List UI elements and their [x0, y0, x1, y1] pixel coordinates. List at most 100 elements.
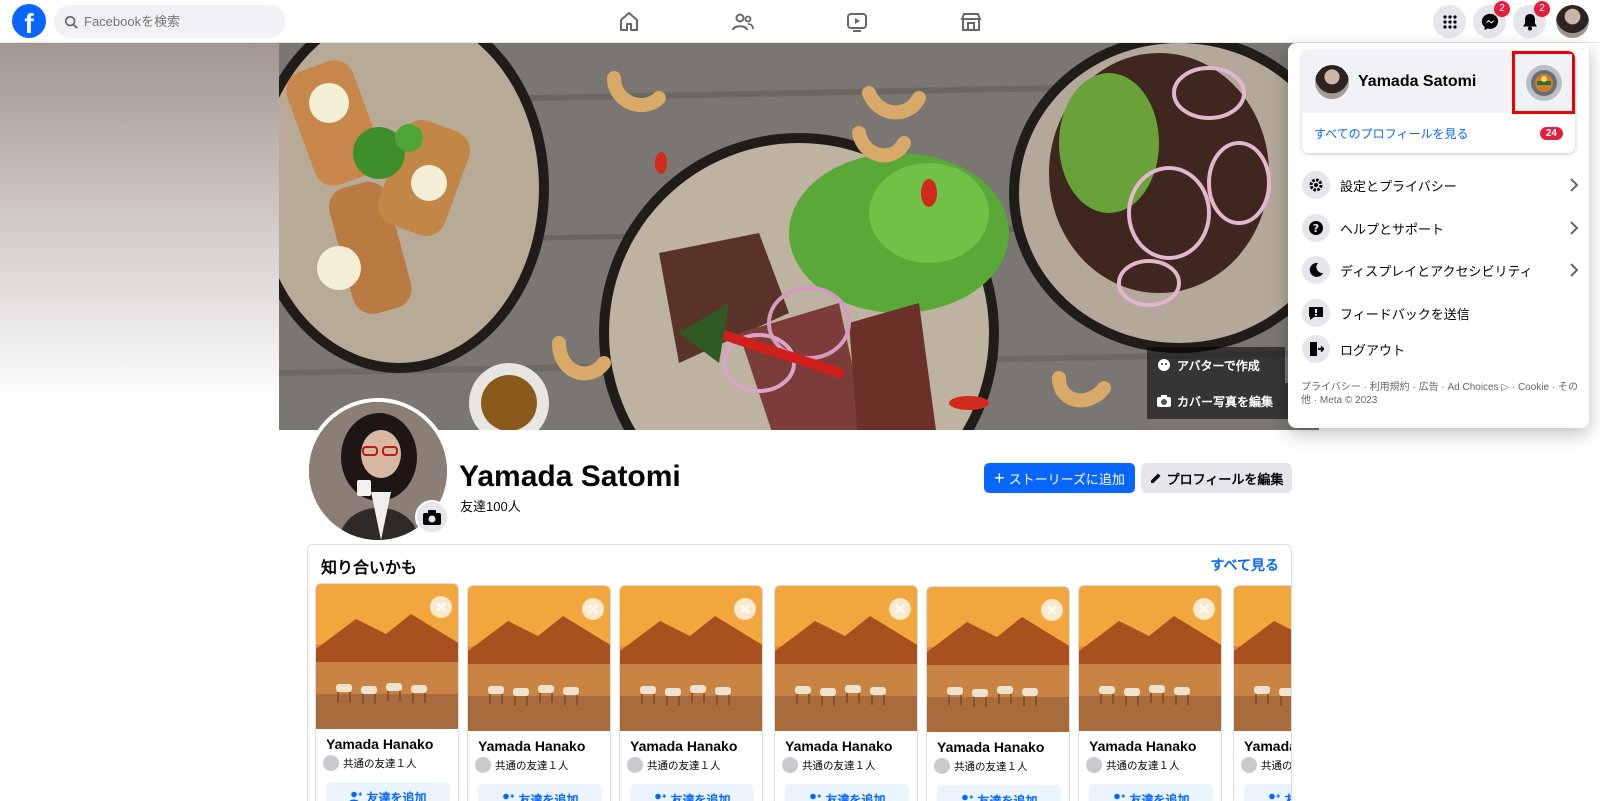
- close-icon: [1199, 604, 1209, 614]
- add-friend-label: 友達を追加: [1284, 791, 1291, 801]
- add-friend-label: 友達を追加: [518, 792, 579, 801]
- card-name[interactable]: Yamada Hanako: [630, 738, 737, 754]
- menu-item-help-support[interactable]: ? ヘルプとサポート: [1302, 208, 1579, 248]
- search-input[interactable]: [84, 14, 274, 29]
- dismiss-button[interactable]: [889, 598, 911, 620]
- mutual-friend-avatar: [1086, 757, 1102, 773]
- menu-item-logout[interactable]: ログアウト: [1302, 329, 1579, 369]
- pymk-card[interactable]: Yamada Hanako 共通の友達１人 友達を追加: [1078, 585, 1222, 801]
- mutual-friend-avatar: [475, 757, 491, 773]
- grid-icon: [1442, 14, 1457, 29]
- card-name[interactable]: Yamada Hanako: [326, 736, 433, 752]
- card-mutual-friends: 共通の友達１人: [782, 757, 876, 773]
- chevron-right-icon: [1570, 263, 1579, 277]
- pymk-card[interactable]: Yamada Hanako 共通の友達１人 友達を追加: [926, 586, 1070, 801]
- close-icon: [895, 604, 905, 614]
- messenger-icon: [1481, 13, 1498, 30]
- card-name[interactable]: Yamada Hanako: [1244, 738, 1291, 754]
- mutual-friend-avatar: [1241, 757, 1257, 773]
- home-icon[interactable]: [616, 9, 642, 35]
- facebook-logo[interactable]: f: [12, 4, 46, 38]
- edit-profile-label: プロフィールを編集: [1166, 471, 1284, 487]
- add-friend-icon: [655, 793, 667, 800]
- add-friend-button[interactable]: 友達を追加: [326, 782, 450, 801]
- camera-icon: [423, 509, 441, 525]
- mutual-friends-text: 共通の友達１人: [1261, 759, 1292, 772]
- pymk-title: 知り合いかも: [321, 560, 418, 577]
- mutual-friends-text: 共通の友達１人: [343, 757, 417, 770]
- switch-profile-button[interactable]: [1512, 51, 1575, 114]
- add-friend-icon: [1114, 793, 1126, 800]
- menu-item-label: ヘルプとサポート: [1340, 221, 1445, 237]
- menu-item-label: フィードバックを送信: [1340, 306, 1470, 322]
- top-navigation-bar: f 2 2: [0, 0, 1600, 43]
- card-name[interactable]: Yamada Hanako: [937, 739, 1044, 755]
- pymk-card[interactable]: Yamada Hanako 共通の友達１人 友達を追加: [467, 585, 611, 801]
- menu-grid-button[interactable]: [1433, 5, 1466, 38]
- see-all-profiles-row[interactable]: すべてのプロフィールを見る 24: [1302, 113, 1575, 153]
- add-friend-button[interactable]: 友達を追加: [1244, 784, 1291, 801]
- page-background: [0, 43, 279, 403]
- card-mutual-friends: 共通の友達１人: [475, 757, 569, 773]
- chevron-right-icon: [1570, 221, 1579, 235]
- add-friend-button[interactable]: 友達を追加: [785, 784, 909, 801]
- add-friend-button[interactable]: 友達を追加: [630, 784, 754, 801]
- friend-count[interactable]: 友達100人: [460, 496, 521, 515]
- close-icon: [588, 604, 598, 614]
- create-avatar-button[interactable]: アバターで作成: [1147, 347, 1285, 383]
- video-icon[interactable]: [844, 9, 870, 35]
- friends-icon[interactable]: [730, 9, 756, 35]
- dismiss-button[interactable]: [1193, 598, 1215, 620]
- add-friend-button[interactable]: 友達を追加: [937, 785, 1061, 801]
- card-photo: [1079, 586, 1221, 731]
- search-box[interactable]: [54, 5, 286, 38]
- pymk-card[interactable]: Yamada Hanako 共通の友達１人 友達を追加: [315, 583, 459, 801]
- profile-name: Yamada Satomi: [459, 460, 681, 493]
- pymk-card[interactable]: Yamada Hanako 共通の友達１人 友達を追加: [619, 585, 763, 801]
- dismiss-button[interactable]: [734, 598, 756, 620]
- svg-text:?: ?: [1313, 222, 1319, 235]
- marketplace-icon[interactable]: [958, 9, 984, 35]
- card-name[interactable]: Yamada Hanako: [478, 738, 585, 754]
- card-photo: [927, 587, 1069, 732]
- add-friend-icon: [350, 791, 363, 801]
- add-friend-button[interactable]: 友達を追加: [1089, 784, 1213, 801]
- footer-links[interactable]: プライバシー · 利用規約 · 広告 · Ad Choices ▷ · Cook…: [1301, 381, 1581, 407]
- pymk-card[interactable]: Yamada Hanako 共通の友達１人 友達を追加: [774, 585, 918, 801]
- see-all-link[interactable]: すべて見る: [1211, 555, 1279, 575]
- close-icon: [740, 604, 750, 614]
- pymk-card[interactable]: Yamada Hanako 共通の友達１人 友達を追加: [1233, 585, 1292, 801]
- menu-item-display-accessibility[interactable]: ディスプレイとアクセシビリティ: [1302, 250, 1579, 290]
- add-friend-icon: [810, 793, 822, 800]
- edit-cover-button[interactable]: カバー写真を編集: [1147, 383, 1297, 419]
- card-mutual-friends: 共通の友達１人: [627, 757, 721, 773]
- card-name[interactable]: Yamada Hanako: [785, 738, 892, 754]
- messenger-button[interactable]: 2: [1473, 1, 1510, 38]
- edit-profile-button[interactable]: プロフィールを編集: [1141, 463, 1292, 493]
- dismiss-button[interactable]: [430, 596, 452, 618]
- profile-switcher-card: Yamada Satomi すべてのプロフィールを見る 24: [1302, 51, 1575, 153]
- menu-item-settings-privacy[interactable]: 設定とプライバシー: [1302, 165, 1579, 205]
- notifications-button[interactable]: 2: [1513, 1, 1550, 38]
- add-to-story-button[interactable]: + ストーリーズに追加: [984, 463, 1135, 493]
- update-profile-photo-button[interactable]: [415, 500, 449, 534]
- mutual-friend-avatar: [934, 758, 950, 774]
- edit-cover-label: カバー写真を編集: [1177, 394, 1274, 409]
- add-friend-icon: [962, 794, 974, 801]
- dismiss-button[interactable]: [1041, 599, 1063, 621]
- dismiss-button[interactable]: [582, 598, 604, 620]
- card-mutual-friends: 共通の友達１人: [1086, 757, 1180, 773]
- account-avatar-button[interactable]: [1556, 5, 1589, 38]
- card-mutual-friends: 共通の友達１人: [1241, 757, 1292, 773]
- profile-switch-icon: [1525, 64, 1562, 101]
- menu-profile-name: Yamada Satomi: [1358, 73, 1477, 90]
- feedback-icon: [1302, 299, 1330, 327]
- add-friend-button[interactable]: 友達を追加: [478, 784, 602, 801]
- see-all-profiles-link[interactable]: すべてのプロフィールを見る: [1314, 125, 1468, 142]
- card-name[interactable]: Yamada Hanako: [1089, 738, 1196, 754]
- question-icon: ?: [1302, 214, 1330, 242]
- add-to-story-label: ストーリーズに追加: [1008, 471, 1125, 487]
- add-friend-label: 友達を追加: [366, 790, 427, 801]
- mutual-friend-avatar: [782, 757, 798, 773]
- menu-item-send-feedback[interactable]: フィードバックを送信: [1302, 293, 1579, 333]
